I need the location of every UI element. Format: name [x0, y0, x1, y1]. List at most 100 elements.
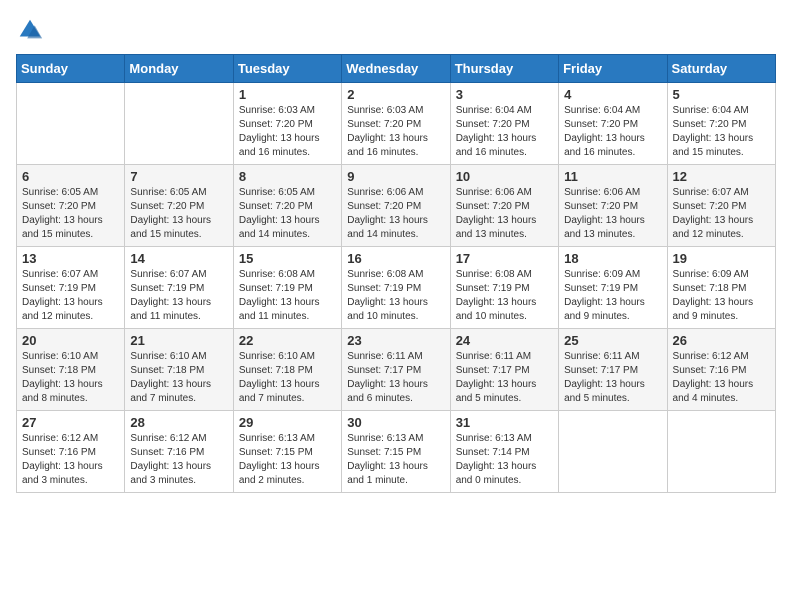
day-info: Sunrise: 6:06 AM Sunset: 7:20 PM Dayligh… — [347, 186, 444, 242]
day-number: 30 — [347, 415, 444, 430]
day-of-week-header: Sunday — [17, 55, 125, 83]
calendar-cell: 27 Sunrise: 6:12 AM Sunset: 7:16 PM Dayli… — [17, 411, 125, 493]
day-number: 14 — [130, 251, 227, 266]
day-of-week-header: Friday — [559, 55, 667, 83]
calendar-cell: 15 Sunrise: 6:08 AM Sunset: 7:19 PM Dayli… — [233, 247, 341, 329]
day-info: Sunrise: 6:10 AM Sunset: 7:18 PM Dayligh… — [130, 350, 227, 406]
calendar-cell: 25 Sunrise: 6:11 AM Sunset: 7:17 PM Dayli… — [559, 329, 667, 411]
calendar-cell: 22 Sunrise: 6:10 AM Sunset: 7:18 PM Dayli… — [233, 329, 341, 411]
day-number: 26 — [673, 333, 770, 348]
page-header — [16, 16, 776, 44]
calendar-cell: 12 Sunrise: 6:07 AM Sunset: 7:20 PM Dayli… — [667, 165, 775, 247]
calendar-cell: 26 Sunrise: 6:12 AM Sunset: 7:16 PM Dayli… — [667, 329, 775, 411]
day-number: 11 — [564, 169, 661, 184]
day-number: 5 — [673, 87, 770, 102]
calendar-cell: 5 Sunrise: 6:04 AM Sunset: 7:20 PM Daylig… — [667, 83, 775, 165]
calendar-cell: 4Sunrise: 6:04 AM Sunset: 7:20 PM Daylig… — [559, 83, 667, 165]
calendar-cell: 19 Sunrise: 6:09 AM Sunset: 7:18 PM Dayli… — [667, 247, 775, 329]
day-info: Sunrise: 6:10 AM Sunset: 7:18 PM Dayligh… — [22, 350, 119, 406]
day-number: 31 — [456, 415, 553, 430]
day-info: Sunrise: 6:11 AM Sunset: 7:17 PM Dayligh… — [347, 350, 444, 406]
calendar-cell: 10 Sunrise: 6:06 AM Sunset: 7:20 PM Dayli… — [450, 165, 558, 247]
day-number: 17 — [456, 251, 553, 266]
calendar-week-row: 6 Sunrise: 6:05 AM Sunset: 7:20 PM Daylig… — [17, 165, 776, 247]
day-number: 3 — [456, 87, 553, 102]
calendar-cell: 2Sunrise: 6:03 AM Sunset: 7:20 PM Daylig… — [342, 83, 450, 165]
day-info: Sunrise: 6:03 AM Sunset: 7:20 PM Dayligh… — [347, 104, 444, 160]
calendar-cell — [125, 83, 233, 165]
day-info: Sunrise: 6:11 AM Sunset: 7:17 PM Dayligh… — [456, 350, 553, 406]
day-number: 10 — [456, 169, 553, 184]
day-info: Sunrise: 6:07 AM Sunset: 7:20 PM Dayligh… — [673, 186, 770, 242]
day-number: 16 — [347, 251, 444, 266]
day-number: 28 — [130, 415, 227, 430]
day-number: 23 — [347, 333, 444, 348]
day-info: Sunrise: 6:09 AM Sunset: 7:19 PM Dayligh… — [564, 268, 661, 324]
calendar-cell — [559, 411, 667, 493]
day-number: 6 — [22, 169, 119, 184]
day-number: 20 — [22, 333, 119, 348]
logo-icon — [16, 16, 44, 44]
day-info: Sunrise: 6:05 AM Sunset: 7:20 PM Dayligh… — [22, 186, 119, 242]
day-info: Sunrise: 6:12 AM Sunset: 7:16 PM Dayligh… — [673, 350, 770, 406]
calendar-cell: 21 Sunrise: 6:10 AM Sunset: 7:18 PM Dayli… — [125, 329, 233, 411]
day-info: Sunrise: 6:04 AM Sunset: 7:20 PM Dayligh… — [564, 104, 661, 160]
day-info: Sunrise: 6:07 AM Sunset: 7:19 PM Dayligh… — [130, 268, 227, 324]
logo — [16, 16, 48, 44]
calendar-cell: 23 Sunrise: 6:11 AM Sunset: 7:17 PM Dayli… — [342, 329, 450, 411]
calendar-cell: 13 Sunrise: 6:07 AM Sunset: 7:19 PM Dayli… — [17, 247, 125, 329]
day-number: 7 — [130, 169, 227, 184]
day-number: 18 — [564, 251, 661, 266]
day-info: Sunrise: 6:12 AM Sunset: 7:16 PM Dayligh… — [130, 432, 227, 488]
day-number: 27 — [22, 415, 119, 430]
day-number: 1 — [239, 87, 336, 102]
calendar-week-row: 27 Sunrise: 6:12 AM Sunset: 7:16 PM Dayli… — [17, 411, 776, 493]
day-of-week-header: Tuesday — [233, 55, 341, 83]
day-number: 19 — [673, 251, 770, 266]
calendar-table: SundayMondayTuesdayWednesdayThursdayFrid… — [16, 54, 776, 493]
calendar-cell: 16 Sunrise: 6:08 AM Sunset: 7:19 PM Dayli… — [342, 247, 450, 329]
day-info: Sunrise: 6:10 AM Sunset: 7:18 PM Dayligh… — [239, 350, 336, 406]
day-info: Sunrise: 6:04 AM Sunset: 7:20 PM Dayligh… — [456, 104, 553, 160]
day-info: Sunrise: 6:07 AM Sunset: 7:19 PM Dayligh… — [22, 268, 119, 324]
calendar-cell: 29 Sunrise: 6:13 AM Sunset: 7:15 PM Dayli… — [233, 411, 341, 493]
day-number: 22 — [239, 333, 336, 348]
day-info: Sunrise: 6:13 AM Sunset: 7:15 PM Dayligh… — [239, 432, 336, 488]
day-number: 15 — [239, 251, 336, 266]
calendar-cell: 14 Sunrise: 6:07 AM Sunset: 7:19 PM Dayli… — [125, 247, 233, 329]
day-number: 29 — [239, 415, 336, 430]
calendar-cell: 11Sunrise: 6:06 AM Sunset: 7:20 PM Dayli… — [559, 165, 667, 247]
calendar-week-row: 1 Sunrise: 6:03 AM Sunset: 7:20 PM Daylig… — [17, 83, 776, 165]
day-number: 25 — [564, 333, 661, 348]
day-number: 13 — [22, 251, 119, 266]
day-info: Sunrise: 6:09 AM Sunset: 7:18 PM Dayligh… — [673, 268, 770, 324]
day-of-week-header: Thursday — [450, 55, 558, 83]
day-info: Sunrise: 6:05 AM Sunset: 7:20 PM Dayligh… — [130, 186, 227, 242]
calendar-cell: 9Sunrise: 6:06 AM Sunset: 7:20 PM Daylig… — [342, 165, 450, 247]
day-info: Sunrise: 6:11 AM Sunset: 7:17 PM Dayligh… — [564, 350, 661, 406]
calendar-cell: 1 Sunrise: 6:03 AM Sunset: 7:20 PM Daylig… — [233, 83, 341, 165]
day-of-week-header: Wednesday — [342, 55, 450, 83]
day-info: Sunrise: 6:13 AM Sunset: 7:14 PM Dayligh… — [456, 432, 553, 488]
calendar-cell — [667, 411, 775, 493]
day-info: Sunrise: 6:08 AM Sunset: 7:19 PM Dayligh… — [347, 268, 444, 324]
calendar-cell: 3 Sunrise: 6:04 AM Sunset: 7:20 PM Daylig… — [450, 83, 558, 165]
calendar-cell: 17 Sunrise: 6:08 AM Sunset: 7:19 PM Dayli… — [450, 247, 558, 329]
day-of-week-header: Monday — [125, 55, 233, 83]
day-info: Sunrise: 6:08 AM Sunset: 7:19 PM Dayligh… — [239, 268, 336, 324]
calendar-header-row: SundayMondayTuesdayWednesdayThursdayFrid… — [17, 55, 776, 83]
day-info: Sunrise: 6:06 AM Sunset: 7:20 PM Dayligh… — [456, 186, 553, 242]
calendar-week-row: 20 Sunrise: 6:10 AM Sunset: 7:18 PM Dayli… — [17, 329, 776, 411]
calendar-cell: 31 Sunrise: 6:13 AM Sunset: 7:14 PM Dayli… — [450, 411, 558, 493]
day-number: 12 — [673, 169, 770, 184]
day-info: Sunrise: 6:03 AM Sunset: 7:20 PM Dayligh… — [239, 104, 336, 160]
calendar-cell: 20 Sunrise: 6:10 AM Sunset: 7:18 PM Dayli… — [17, 329, 125, 411]
day-info: Sunrise: 6:08 AM Sunset: 7:19 PM Dayligh… — [456, 268, 553, 324]
day-info: Sunrise: 6:13 AM Sunset: 7:15 PM Dayligh… — [347, 432, 444, 488]
day-number: 21 — [130, 333, 227, 348]
day-info: Sunrise: 6:04 AM Sunset: 7:20 PM Dayligh… — [673, 104, 770, 160]
calendar-week-row: 13 Sunrise: 6:07 AM Sunset: 7:19 PM Dayli… — [17, 247, 776, 329]
day-number: 24 — [456, 333, 553, 348]
day-info: Sunrise: 6:12 AM Sunset: 7:16 PM Dayligh… — [22, 432, 119, 488]
day-of-week-header: Saturday — [667, 55, 775, 83]
